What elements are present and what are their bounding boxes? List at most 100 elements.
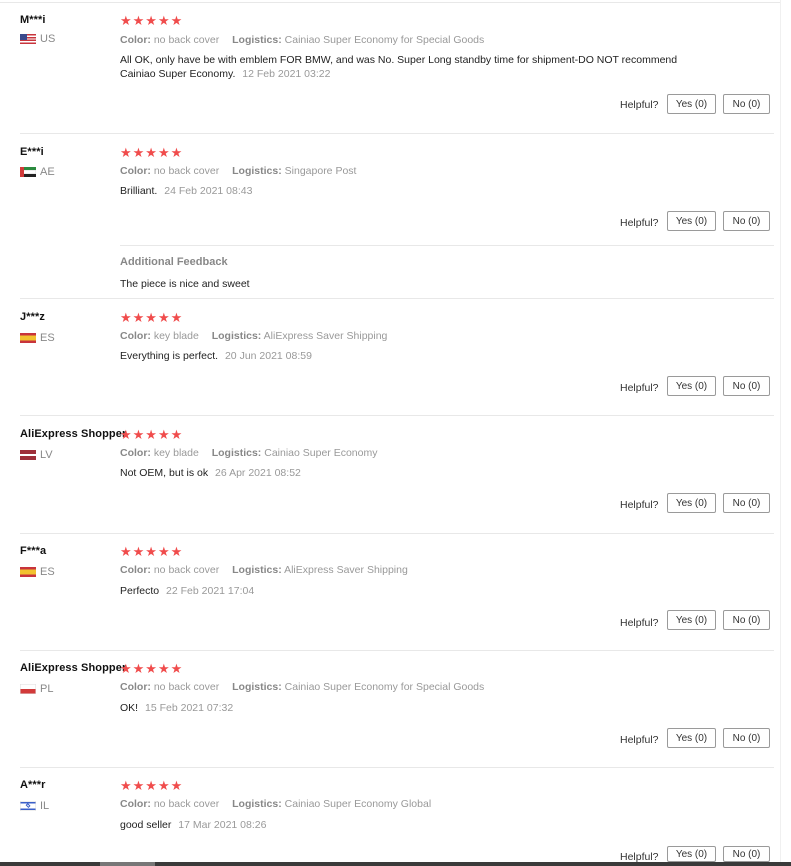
logistics-label: Logistics:: [232, 165, 282, 177]
logistics-value: Cainiao Super Economy for Special Goods: [284, 681, 485, 693]
color-label: Color:: [120, 447, 151, 459]
color-label: Color:: [120, 330, 151, 342]
review-text: All OK, only have be with emblem FOR BMW…: [120, 54, 678, 80]
reviewer-name: AliExpress Shopper: [20, 428, 127, 440]
review-attributes: Color: no back cover Logistics: Cainiao …: [120, 798, 431, 810]
flag-us-icon: [20, 34, 36, 44]
review-date: 24 Feb 2021 08:43: [164, 185, 253, 197]
review-attributes: Color: no back cover Logistics: Cainiao …: [120, 34, 484, 46]
color-value: no back cover: [153, 798, 220, 810]
reviewer-country: IL: [20, 800, 49, 812]
country-code: AE: [40, 166, 55, 178]
star-rating: ★★★★★: [120, 544, 184, 559]
flag-es-icon: [20, 333, 36, 343]
helpful-yes-button[interactable]: Yes (0): [667, 211, 716, 231]
reviewer-name: F***a: [20, 545, 47, 557]
horizontal-scrollbar[interactable]: [0, 862, 791, 866]
helpful-yes-button[interactable]: Yes (0): [667, 846, 716, 862]
review-date: 26 Apr 2021 08:52: [215, 467, 301, 479]
additional-feedback-text: The piece is nice and sweet: [120, 278, 250, 290]
color-label: Color:: [120, 34, 151, 46]
logistics-value: Cainiao Super Economy Global: [284, 798, 432, 810]
top-divider: [0, 2, 791, 3]
flag-lv-icon: [20, 450, 36, 460]
review-date: 12 Feb 2021 03:22: [242, 68, 331, 80]
color-value: key blade: [153, 447, 199, 459]
reviewer-country: LV: [20, 449, 53, 461]
helpful-no-button[interactable]: No (0): [723, 211, 770, 231]
review-text: good seller: [120, 819, 172, 831]
logistics-value: Cainiao Super Economy: [264, 447, 378, 459]
star-rating: ★★★★★: [120, 13, 184, 28]
helpful-label: Helpful?: [620, 382, 659, 394]
country-code: ES: [40, 566, 55, 578]
star-rating: ★★★★★: [120, 310, 184, 325]
logistics-label: Logistics:: [211, 447, 262, 459]
logistics-label: Logistics:: [211, 330, 262, 342]
review-text-block: OK! 15 Feb 2021 07:32: [120, 701, 720, 715]
flag-es-icon: [20, 567, 36, 577]
helpful-yes-button[interactable]: Yes (0): [667, 94, 716, 114]
helpful-label: Helpful?: [620, 734, 659, 746]
logistics-value: AliExpress Saver Shipping: [263, 330, 388, 342]
review-text-block: Brilliant. 24 Feb 2021 08:43: [120, 184, 720, 198]
review-text-block: good seller 17 Mar 2021 08:26: [120, 818, 720, 832]
helpful-no-button[interactable]: No (0): [723, 376, 770, 396]
reviewer-name: AliExpress Shopper: [20, 662, 127, 674]
logistics-value: Singapore Post: [284, 165, 357, 177]
review-text-block: Everything is perfect. 20 Jun 2021 08:59: [120, 349, 720, 363]
review-text: Not OEM, but is ok: [120, 467, 209, 479]
review-divider: [20, 415, 774, 416]
helpful-no-button[interactable]: No (0): [723, 728, 770, 748]
review-divider: [20, 650, 774, 651]
helpful-no-button[interactable]: No (0): [723, 610, 770, 630]
logistics-label: Logistics:: [232, 564, 282, 576]
country-code: US: [40, 33, 56, 45]
color-label: Color:: [120, 564, 151, 576]
review-attributes: Color: no back cover Logistics: Cainiao …: [120, 681, 484, 693]
helpful-no-button[interactable]: No (0): [723, 493, 770, 513]
logistics-label: Logistics:: [232, 798, 282, 810]
review-attributes: Color: no back cover Logistics: AliExpre…: [120, 564, 408, 576]
review-divider: [20, 533, 774, 534]
review-text: Perfecto: [120, 585, 160, 597]
helpful-yes-button[interactable]: Yes (0): [667, 728, 716, 748]
review-divider: [20, 298, 774, 299]
helpful-label: Helpful?: [620, 499, 659, 511]
reviewer-country: ES: [20, 332, 55, 344]
helpful-no-button[interactable]: No (0): [723, 846, 770, 862]
helpful-yes-button[interactable]: Yes (0): [667, 376, 716, 396]
flag-pl-icon: [20, 684, 36, 694]
reviewer-name: A***r: [20, 779, 46, 791]
review-text-block: All OK, only have be with emblem FOR BMW…: [120, 53, 710, 81]
review-date: 17 Mar 2021 08:26: [178, 819, 267, 831]
color-value: key blade: [153, 330, 199, 342]
helpful-label: Helpful?: [620, 617, 659, 629]
color-label: Color:: [120, 681, 151, 693]
review-date: 20 Jun 2021 08:59: [224, 350, 312, 362]
review-text-block: Not OEM, but is ok 26 Apr 2021 08:52: [120, 466, 720, 480]
reviewer-name: E***i: [20, 146, 44, 158]
color-value: no back cover: [153, 564, 220, 576]
review-text: OK!: [120, 702, 139, 714]
country-code: LV: [40, 449, 53, 461]
color-label: Color:: [120, 165, 151, 177]
logistics-value: Cainiao Super Economy for Special Goods: [284, 34, 485, 46]
reviewer-name: J***z: [20, 311, 45, 323]
reviewer-country: ES: [20, 566, 55, 578]
helpful-yes-button[interactable]: Yes (0): [667, 493, 716, 513]
reviewer-country: AE: [20, 166, 55, 178]
country-code: ES: [40, 332, 55, 344]
country-code: IL: [40, 800, 50, 812]
color-value: no back cover: [153, 34, 220, 46]
helpful-yes-button[interactable]: Yes (0): [667, 610, 716, 630]
additional-feedback-title: Additional Feedback: [120, 256, 228, 268]
star-rating: ★★★★★: [120, 778, 184, 793]
logistics-label: Logistics:: [232, 681, 282, 693]
review-text: Everything is perfect.: [120, 350, 219, 362]
review-divider: [20, 767, 774, 768]
helpful-no-button[interactable]: No (0): [723, 94, 770, 114]
country-code: PL: [40, 683, 54, 695]
additional-feedback-divider: [120, 245, 774, 246]
logistics-value: AliExpress Saver Shipping: [284, 564, 408, 576]
